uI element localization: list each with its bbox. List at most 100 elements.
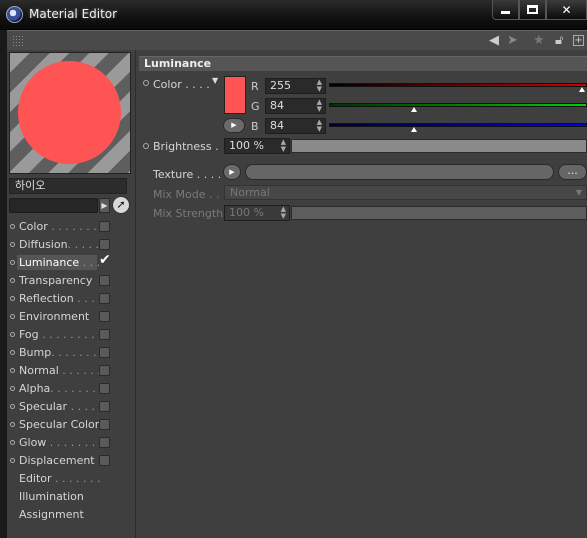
toolbar: ◀ ➤ ★ 🔓︎ + — [7, 30, 587, 50]
animate-dot-icon[interactable] — [10, 404, 15, 409]
b-value-field[interactable]: 84 ▲ ▼ — [265, 118, 326, 134]
play-arrow-icon[interactable]: ▶ — [99, 198, 110, 213]
b-slider-thumb[interactable] — [411, 127, 418, 132]
channel-label: Diffusion. . . . . — [19, 238, 99, 251]
mix-mode-value: Normal — [230, 186, 270, 199]
texture-menu-icon[interactable]: ▶ — [223, 164, 241, 180]
channel-item-transparency[interactable]: Transparency — [7, 272, 136, 290]
channel-checkbox[interactable] — [99, 419, 110, 430]
animate-dot-icon[interactable] — [10, 422, 15, 427]
texture-browse-button[interactable]: ... — [558, 164, 587, 180]
channel-checkbox[interactable] — [99, 365, 110, 376]
animate-dot-icon[interactable] — [10, 458, 15, 463]
channel-checkbox[interactable] — [99, 329, 110, 340]
spinner-icon[interactable]: ▲ ▼ — [281, 139, 286, 153]
channel-checkbox[interactable] — [99, 311, 110, 322]
animate-dot-icon[interactable] — [10, 386, 15, 391]
animate-dot-icon[interactable] — [10, 224, 15, 229]
animate-dot-icon[interactable] — [10, 260, 15, 265]
channel-label: Transparency — [19, 274, 92, 287]
editor-panel: 하이오 ▶ ➚ Color . . . . . . . . Diffusion. … — [7, 50, 587, 538]
g-value: 84 — [270, 99, 284, 112]
mix-strength-slider[interactable] — [291, 206, 587, 220]
b-slider[interactable] — [329, 123, 587, 132]
animate-dot-icon[interactable] — [10, 368, 15, 373]
channel-checkbox[interactable] — [99, 293, 110, 304]
star-icon[interactable]: ★ — [533, 33, 545, 49]
animate-dot-icon[interactable] — [10, 296, 15, 301]
texture-field[interactable] — [245, 164, 554, 180]
chevron-down-icon[interactable]: ▼ — [212, 76, 218, 85]
channel-item-luminance[interactable]: Luminance . . . ✔ — [7, 252, 136, 272]
channel-item-fog[interactable]: Fog . . . . . . . . . — [7, 326, 136, 344]
channel-checkbox[interactable] — [99, 239, 110, 250]
g-slider-thumb[interactable] — [411, 107, 418, 112]
animate-dot-icon[interactable] — [143, 80, 149, 86]
channel-item-specular-color[interactable]: Specular Color — [7, 416, 136, 434]
maximize-button[interactable] — [519, 0, 546, 20]
channel-item-color[interactable]: Color . . . . . . . . — [7, 218, 136, 236]
animate-dot-icon[interactable] — [10, 314, 15, 319]
channel-checkbox[interactable] — [99, 437, 110, 448]
channel-name: Color — [19, 220, 48, 233]
channel-item-assignment[interactable]: Assignment — [7, 506, 136, 524]
channel-label: Environment — [19, 310, 89, 323]
channel-checkbox[interactable] — [99, 383, 110, 394]
pick-cursor-icon[interactable]: ➚ — [112, 196, 130, 214]
grip-icon[interactable] — [12, 35, 24, 47]
channel-item-environment[interactable]: Environment — [7, 308, 136, 326]
spinner-icon[interactable]: ▲ ▼ — [317, 99, 322, 113]
animate-dot-icon[interactable] — [10, 278, 15, 283]
brightness-slider[interactable] — [291, 139, 587, 153]
r-value-field[interactable]: 255 ▲ ▼ — [265, 78, 326, 94]
g-value-field[interactable]: 84 ▲ ▼ — [265, 98, 326, 114]
animate-dot-icon[interactable] — [10, 350, 15, 355]
channel-checkbox[interactable] — [99, 347, 110, 358]
g-label: G — [251, 100, 260, 113]
channel-item-reflection[interactable]: Reflection . . . . — [7, 290, 136, 308]
channel-item-normal[interactable]: Normal . . . . . . — [7, 362, 136, 380]
channel-item-glow[interactable]: Glow . . . . . . . . — [7, 434, 136, 452]
close-button[interactable]: ✕ — [546, 0, 587, 20]
channel-item-alpha[interactable]: Alpha. . . . . . . . — [7, 380, 136, 398]
r-slider-thumb[interactable] — [579, 87, 586, 92]
g-slider[interactable] — [329, 103, 587, 112]
channel-item-diffusion[interactable]: Diffusion. . . . . — [7, 236, 136, 254]
channel-name: Luminance — [19, 256, 80, 269]
animate-dot-icon[interactable] — [10, 242, 15, 247]
minimize-button[interactable] — [492, 0, 519, 20]
leader-dots: . . . — [79, 256, 101, 269]
spinner-icon[interactable]: ▲ ▼ — [317, 79, 322, 93]
new-panel-icon[interactable]: + — [573, 35, 584, 46]
channel-checkbox[interactable] — [99, 401, 110, 412]
material-name-field[interactable]: 하이오 — [9, 178, 127, 194]
back-arrow-icon[interactable]: ◀ — [489, 33, 499, 49]
channel-item-specular[interactable]: Specular . . . . . — [7, 398, 136, 416]
lock-icon[interactable]: 🔓︎ — [555, 33, 563, 49]
title-bar[interactable]: Material Editor ✕ — [0, 0, 587, 30]
brightness-field[interactable]: 100 % ▲ ▼ — [224, 138, 290, 154]
channel-item-bump[interactable]: Bump. . . . . . . . — [7, 344, 136, 362]
spinner-icon[interactable]: ▲ ▼ — [317, 119, 322, 133]
channel-item-illumination[interactable]: Illumination — [7, 488, 136, 506]
animate-dot-icon[interactable] — [10, 440, 15, 445]
material-preview[interactable] — [9, 52, 131, 174]
forward-arrow-icon[interactable]: ➤ — [507, 33, 518, 49]
material-link-field[interactable] — [9, 198, 98, 213]
channel-checkbox[interactable] — [99, 275, 110, 286]
channel-item-editor[interactable]: Editor . . . . . . . — [7, 470, 136, 488]
mix-mode-select[interactable]: Normal ▼ — [224, 185, 587, 200]
leader-dots: . . . . . — [67, 400, 103, 413]
color-mode-button[interactable]: ▶ — [223, 118, 245, 133]
spinner-icon[interactable]: ▲ ▼ — [281, 206, 286, 220]
channel-checkbox[interactable] — [99, 221, 110, 232]
channel-item-displacement[interactable]: Displacement — [7, 452, 136, 470]
color-swatch[interactable] — [224, 76, 246, 114]
checkmark-icon[interactable]: ✔ — [99, 252, 111, 268]
r-slider[interactable] — [329, 83, 587, 92]
channel-checkbox[interactable] — [99, 455, 110, 466]
animate-dot-icon[interactable] — [143, 143, 149, 149]
mix-strength-field[interactable]: 100 % ▲ ▼ — [224, 205, 290, 221]
animate-dot-icon[interactable] — [10, 332, 15, 337]
leader-dots: . . . . . . . . . — [38, 328, 102, 341]
